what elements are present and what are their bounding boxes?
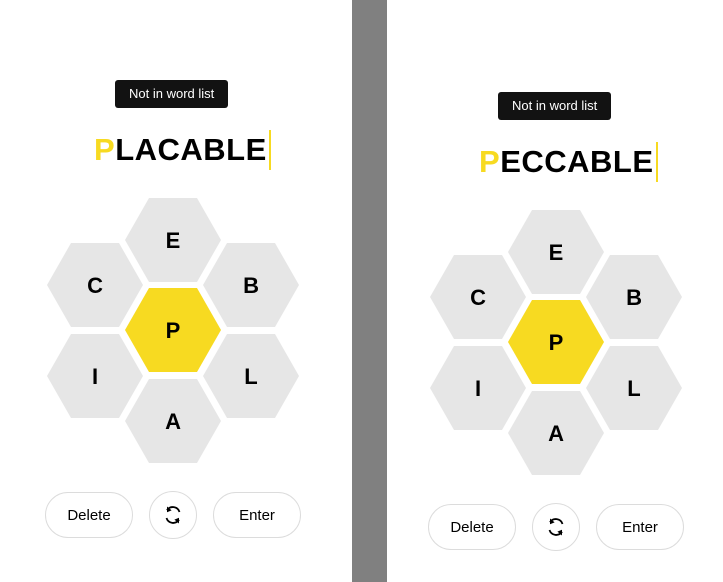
letter-hive: E C B P I L A xyxy=(428,208,684,476)
hive-cell-bottom-right[interactable]: L xyxy=(586,346,682,430)
word-first-letter: P xyxy=(94,132,116,167)
hive-letter-top: E xyxy=(166,228,181,253)
current-word-input[interactable]: P ECCABLE xyxy=(479,142,658,182)
hive-cell-top-left[interactable]: C xyxy=(430,255,526,339)
hive-letter-top-right: B xyxy=(626,285,642,310)
not-in-word-list-toast: Not in word list xyxy=(498,92,612,120)
delete-button[interactable]: Delete xyxy=(45,492,133,538)
hive-letter-top: E xyxy=(549,240,564,265)
enter-button[interactable]: Enter xyxy=(596,504,684,550)
hive-letter-bottom-right: L xyxy=(627,376,640,401)
hive-letter-bottom-left: I xyxy=(92,364,98,389)
delete-button[interactable]: Delete xyxy=(428,504,516,550)
hive-cell-top[interactable]: E xyxy=(125,198,221,282)
hive-letter-top-right: B xyxy=(243,273,259,298)
hive-letter-bottom-left: I xyxy=(475,376,481,401)
shuffle-button[interactable] xyxy=(532,503,580,551)
letter-hive: E C B P I L A xyxy=(45,196,301,464)
not-in-word-list-toast: Not in word list xyxy=(115,80,229,108)
hive-letter-top-left: C xyxy=(87,273,103,298)
panel-divider xyxy=(352,0,387,582)
hive-cell-top-right[interactable]: B xyxy=(586,255,682,339)
hive-letter-center: P xyxy=(166,318,181,343)
shuffle-button[interactable] xyxy=(149,491,197,539)
word-first-letter: P xyxy=(479,144,501,179)
enter-button[interactable]: Enter xyxy=(213,492,301,538)
word-rest-letters: ECCABLE xyxy=(500,144,654,179)
hive-letter-bottom: A xyxy=(548,421,564,446)
hive-letter-top-left: C xyxy=(470,285,486,310)
current-word-input[interactable]: P LACABLE xyxy=(94,130,271,170)
hive-letter-bottom-right: L xyxy=(244,364,257,389)
hive-cell-bottom-right[interactable]: L xyxy=(203,334,299,418)
game-panel-right: Not in word list P ECCABLE E C B P I L A… xyxy=(387,0,723,582)
hive-cell-bottom-left[interactable]: I xyxy=(430,346,526,430)
shuffle-icon xyxy=(161,503,185,527)
hive-cell-bottom[interactable]: A xyxy=(125,379,221,463)
hive-cell-bottom[interactable]: A xyxy=(508,391,604,475)
comparison-stage: Not in word list P LACABLE E C B P I L A… xyxy=(0,0,723,582)
hive-cell-center[interactable]: P xyxy=(125,288,221,372)
word-rest-letters: LACABLE xyxy=(115,132,267,167)
hive-cell-center[interactable]: P xyxy=(508,300,604,384)
hive-letter-center: P xyxy=(549,330,564,355)
hive-letter-bottom: A xyxy=(165,409,181,434)
game-panel-left: Not in word list P LACABLE E C B P I L A… xyxy=(0,0,352,582)
text-caret xyxy=(268,130,271,170)
shuffle-icon xyxy=(544,515,568,539)
text-caret xyxy=(655,142,658,182)
hive-cell-top[interactable]: E xyxy=(508,210,604,294)
hive-cell-top-right[interactable]: B xyxy=(203,243,299,327)
hive-cell-top-left[interactable]: C xyxy=(47,243,143,327)
hive-cell-bottom-left[interactable]: I xyxy=(47,334,143,418)
